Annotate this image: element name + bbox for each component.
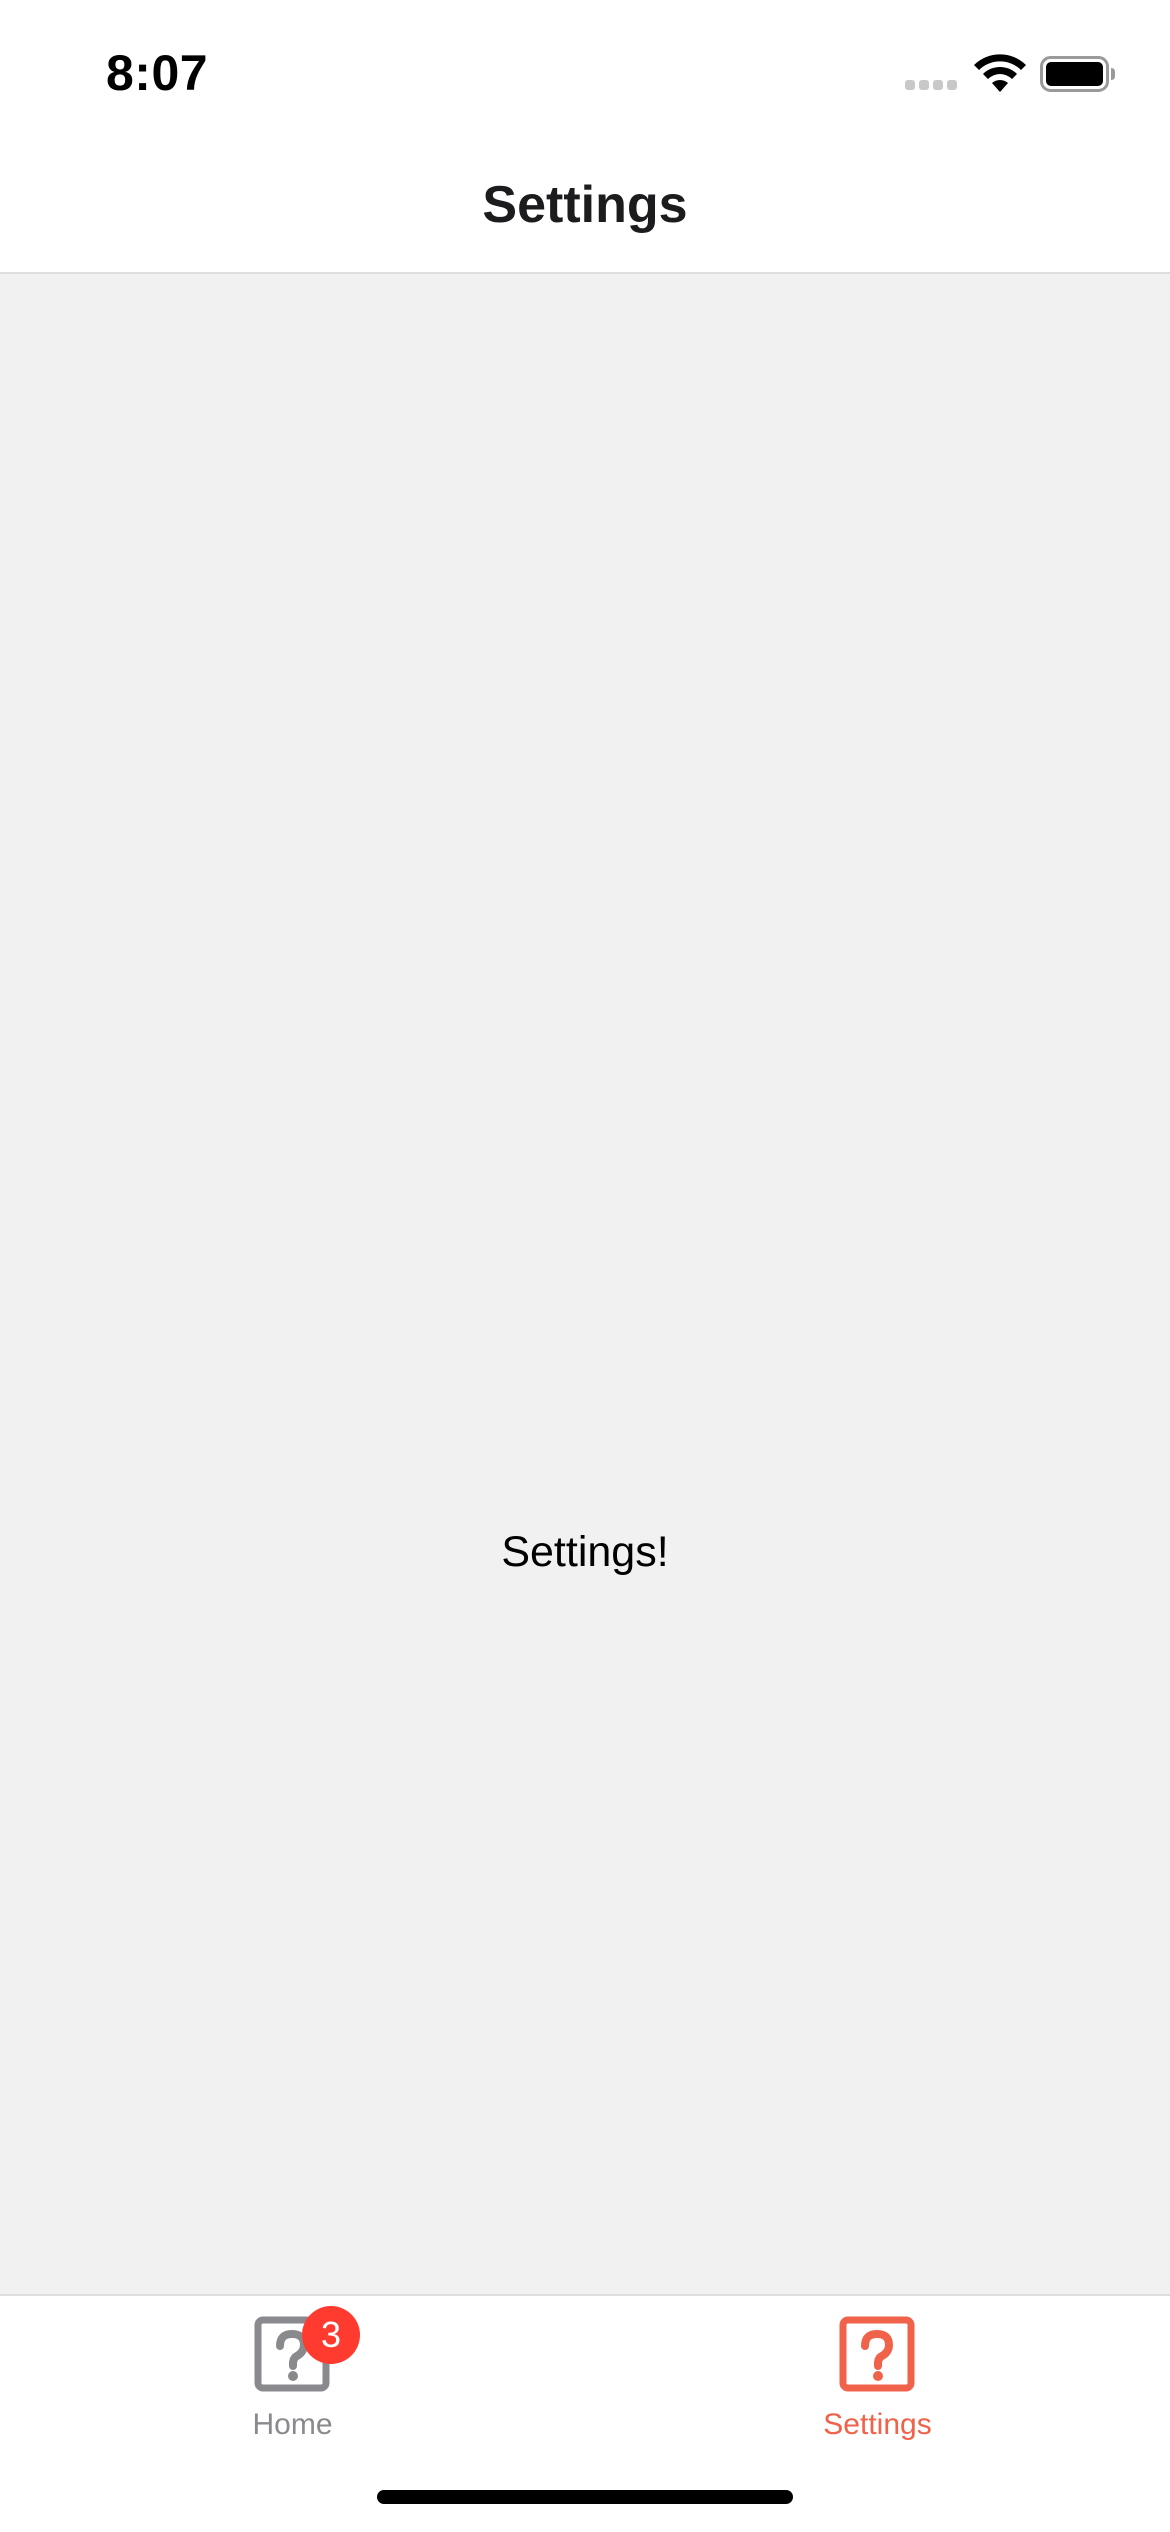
notification-badge: 3 [302,2306,360,2364]
help-box-icon [839,2316,915,2392]
tab-home-label: Home [252,2408,333,2441]
main-content: Settings! [0,274,1170,2294]
wifi-icon [974,54,1026,92]
battery-icon [1040,56,1115,92]
tab-settings-label: Settings [823,2408,932,2441]
home-indicator[interactable] [377,2490,793,2504]
tab-settings[interactable]: Settings [585,2296,1170,2456]
status-time: 8:07 [106,45,209,101]
status-bar: 8:07 [0,0,1170,140]
app-screen: 8:07 Settings Settings! 3 Home Settings [0,0,1170,2532]
settings-message: Settings! [501,1528,669,1576]
signal-icon [905,80,957,90]
nav-header: Settings [0,140,1170,274]
page-title: Settings [482,176,688,234]
tab-home[interactable]: 3 Home [0,2296,585,2456]
